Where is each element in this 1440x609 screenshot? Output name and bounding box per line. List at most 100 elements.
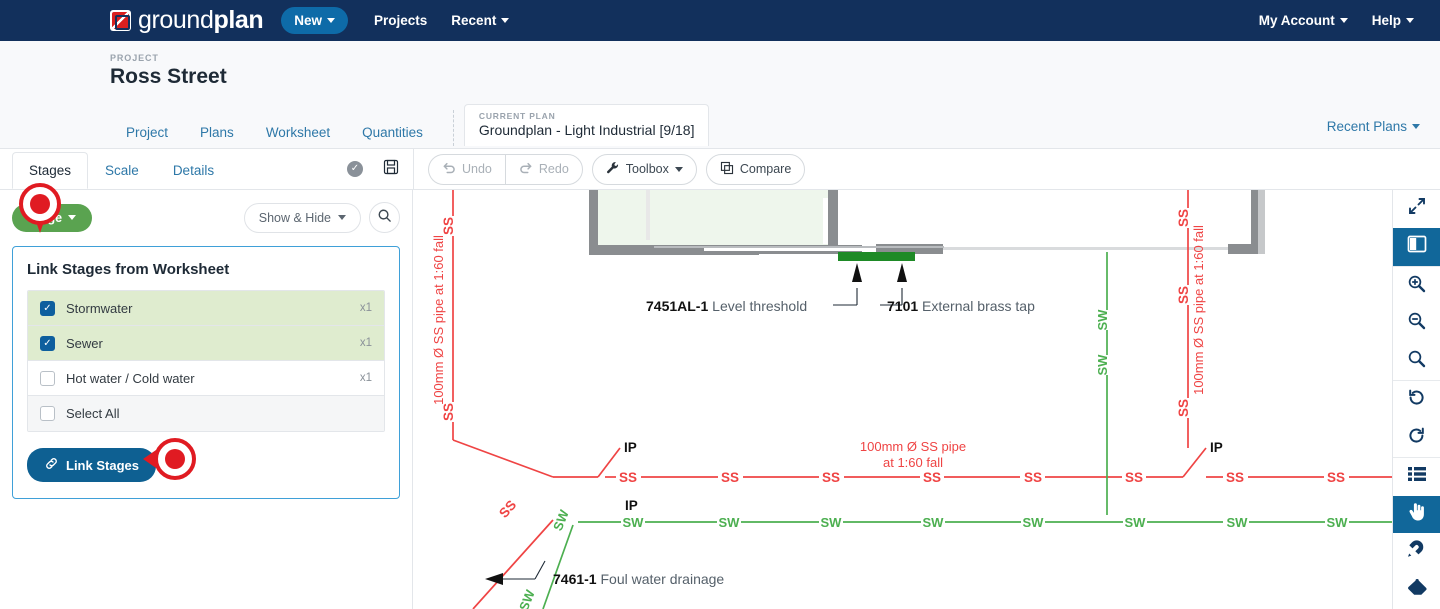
eraser-button[interactable] [1393,571,1440,609]
sw-label: SW [550,507,572,533]
toolbox-button-label: Toolbox [625,162,669,176]
callout-2: 7101 External brass tap [887,298,1035,314]
checkbox-hot-cold-water[interactable] [40,370,55,386]
ss-label: SS [1024,470,1042,485]
tab-details[interactable]: Details [156,152,231,189]
canvas-toolbar: Undo Redo Toolbox Compare [413,149,806,189]
magnify-icon [1407,349,1426,373]
compare-button-label: Compare [739,162,792,176]
nav-help[interactable]: Help [1360,7,1426,34]
save-disk-icon[interactable] [383,159,399,180]
current-plan-card[interactable]: CURRENT PLAN Groundplan - Light Industri… [463,104,710,146]
plan-canvas[interactable]: 100mm Ø SS pipe at 1:60 fall SS SS 100mm… [413,190,1392,609]
link-stages-card-title: Link Stages from Worksheet [27,261,230,278]
ss-label: SS [1327,470,1345,485]
redo-button-label: Redo [538,162,569,176]
magnify-button[interactable] [1393,342,1440,380]
callout-3: 7461-1 Foul water drainage [553,571,724,587]
show-hide-dropdown[interactable]: Show & Hide [243,202,361,233]
search-button[interactable] [369,202,400,233]
zoom-in-icon [1407,274,1426,298]
stage-list: ✓ Stormwater x1 ✓ Sewer x1 Hot water / C… [27,290,385,432]
sw-label: SW [1327,515,1349,530]
sw-label: SW [1023,515,1045,530]
zoom-out-button[interactable] [1393,304,1440,342]
nav-projects[interactable]: Projects [362,7,439,34]
sw-label: SW [1095,354,1110,376]
sw-label: SW [821,515,843,530]
divider [452,110,454,146]
checkbox-stormwater[interactable]: ✓ [40,300,55,316]
copy-layers-icon [720,161,734,178]
top-navigation-bar: groundplan New Projects Recent My Accoun… [0,0,1440,41]
nav-recent[interactable]: Recent [439,7,521,34]
ip-label: IP [1210,440,1223,455]
undo-redo-group: Undo Redo [428,153,583,185]
list-item-qty: x1 [359,302,372,314]
ss-label: SS [1176,399,1191,417]
magnet-icon [1407,540,1426,564]
nav-my-account[interactable]: My Account [1247,7,1360,34]
recent-plans-dropdown[interactable]: Recent Plans [1327,119,1420,134]
pipe-note-left: 100mm Ø SS pipe at 1:60 fall [431,235,446,405]
toolbox-button[interactable]: Toolbox [591,153,697,185]
show-hide-label: Show & Hide [258,210,331,225]
zoom-out-icon [1407,311,1426,335]
magnet-button[interactable] [1393,533,1440,571]
undo-circular-button[interactable] [1393,381,1440,419]
link-stages-card: Link Stages from Worksheet ✓ Stormwater … [12,246,400,499]
list-item-sewer[interactable]: ✓ Sewer x1 [28,326,384,361]
stages-panel-header: Stage Show & Hide [12,202,400,233]
check-circle-icon[interactable]: ✓ [347,161,363,177]
hand-pointer-icon [1408,502,1426,526]
eraser-icon [1407,578,1427,602]
project-tab-worksheet[interactable]: Worksheet [250,119,346,146]
split-pane-button[interactable] [1393,227,1440,266]
foul-water-arrow [485,573,503,585]
compare-button[interactable]: Compare [705,153,806,185]
undo-arrow-icon [442,161,456,178]
checkbox-select-all[interactable] [40,406,55,421]
project-tab-plans[interactable]: Plans [184,119,250,146]
sw-label: SW [923,515,945,530]
redo-circular-icon [1407,426,1426,450]
chain-link-icon [44,456,59,474]
brand-logo[interactable]: groundplan [110,6,264,35]
ss-label: SS [721,470,739,485]
chevron-down-icon [1339,18,1348,23]
pipe-note-centre-line2: at 1:60 fall [883,455,943,470]
list-item-qty: x1 [359,337,372,349]
tab-scale[interactable]: Scale [88,152,156,189]
workspace: Stage Show & Hide Link Stages from Works… [0,183,1440,609]
new-button[interactable]: New [281,7,349,34]
sw-label: SW [623,515,645,530]
undo-button[interactable]: Undo [428,153,505,185]
chevron-down-icon [1406,18,1414,23]
chevron-down-icon [327,18,336,23]
project-tab-project[interactable]: Project [110,119,184,146]
zoom-in-button[interactable] [1393,267,1440,305]
list-button[interactable] [1393,458,1440,496]
list-item-stormwater[interactable]: ✓ Stormwater x1 [28,291,384,326]
redo-button[interactable]: Redo [504,153,583,185]
project-header: PROJECT Ross Street Project Plans Worksh… [0,41,1440,149]
brand-wordmark: groundplan [138,6,264,34]
project-tab-quantities[interactable]: Quantities [346,119,439,146]
stages-panel-actions: Show & Hide [243,202,400,233]
tab-stages[interactable]: Stages [12,151,89,189]
list-item-hot-cold-water[interactable]: Hot water / Cold water x1 [28,361,384,396]
redo-circular-button[interactable] [1393,419,1440,457]
stage-dropdown-button[interactable]: Stage [12,203,93,232]
link-stages-button[interactable]: Link Stages [27,448,156,482]
new-button-label: New [294,13,323,28]
ip-label: IP [624,440,637,455]
foul-water-leader [498,560,546,580]
expand-fullscreen-button[interactable] [1393,190,1440,228]
list-item-select-all[interactable]: Select All [28,396,384,431]
checkbox-sewer[interactable]: ✓ [40,335,55,351]
sw-label: SW [1227,515,1249,530]
hand-pointer-button[interactable] [1393,495,1440,534]
chevron-down-icon [338,215,346,220]
expand-fullscreen-icon [1408,197,1426,220]
nav-help-label: Help [1371,13,1401,28]
